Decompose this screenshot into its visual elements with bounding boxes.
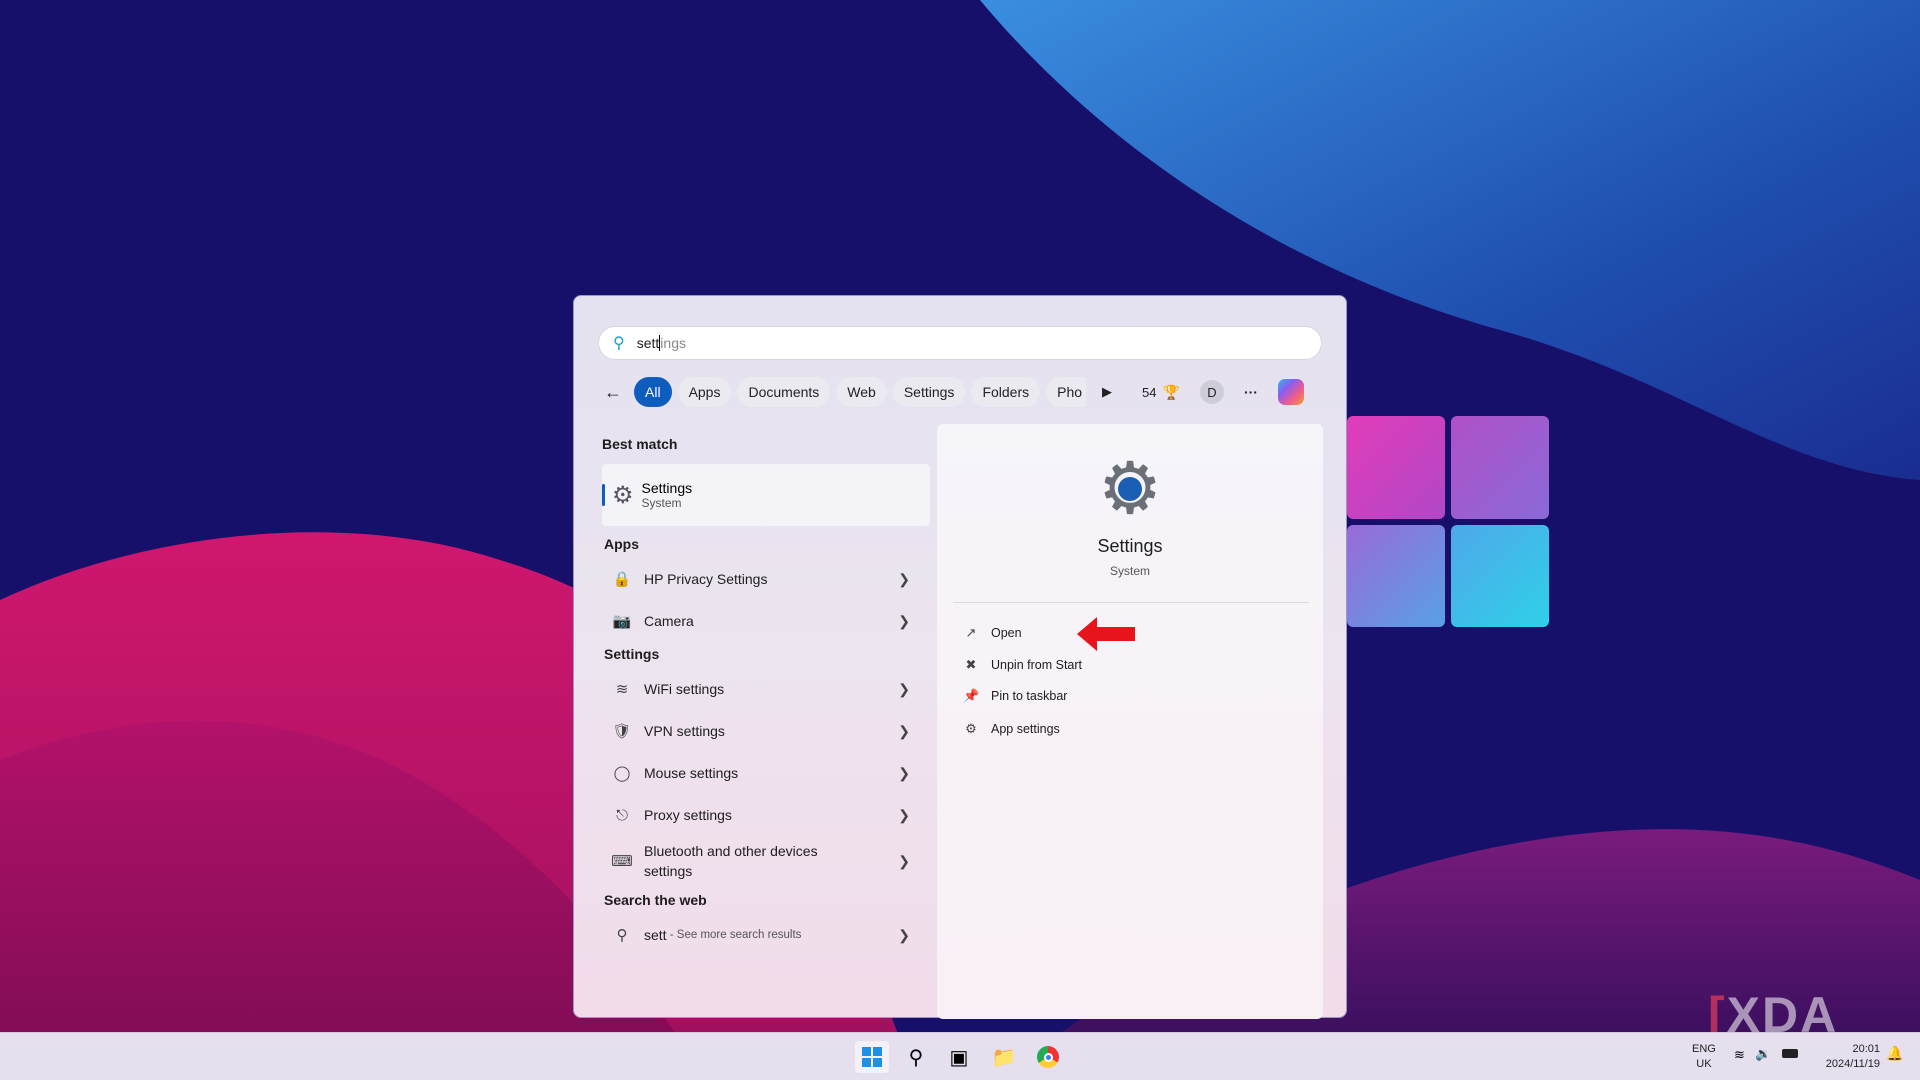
action-label: Open (991, 626, 1022, 640)
clock[interactable]: 20:012024/11/19 (1812, 1042, 1880, 1072)
action-open[interactable]: ↗ Open (963, 625, 1022, 641)
filter-web[interactable]: Web (836, 377, 887, 407)
copilot-icon[interactable] (1278, 379, 1304, 405)
result-bluetooth-settings[interactable]: ⌨ Bluetooth and other devices settings ❯ (602, 836, 930, 886)
result-label: WiFi settings (644, 681, 724, 697)
chevron-right-icon[interactable]: ❯ (898, 723, 910, 740)
filter-all[interactable]: All (634, 377, 672, 407)
result-vpn-settings[interactable]: 🛡 VPN settings ❯ (602, 710, 930, 752)
result-label: HP Privacy Settings (644, 571, 767, 587)
chevron-right-icon[interactable]: ❯ (898, 853, 910, 870)
volume-icon[interactable]: 🔉 (1755, 1046, 1771, 1062)
filter-documents[interactable]: Documents (737, 377, 830, 407)
chevron-right-icon[interactable]: ❯ (898, 927, 910, 944)
gear-icon: ⚙ (963, 721, 979, 737)
proxy-icon: ⎋ (610, 807, 634, 824)
start-search-panel: ⚲ settings ← All Apps Documents Web Sett… (573, 295, 1347, 1018)
filter-folders[interactable]: Folders (971, 377, 1040, 407)
notification-bell-icon[interactable]: 🔔 (1886, 1045, 1903, 1062)
filter-photos[interactable]: Pho (1046, 377, 1086, 407)
start-button[interactable] (855, 1041, 889, 1073)
taskbar-search-icon[interactable]: ⚲ (899, 1041, 933, 1073)
search-autocomplete: ings (660, 335, 686, 351)
search-icon: ⚲ (610, 926, 634, 944)
shield-icon: 🛡 (610, 722, 634, 740)
divider (953, 602, 1309, 603)
mouse-icon: ◯ (610, 764, 634, 782)
action-pin-to-taskbar[interactable]: 📌 Pin to taskbar (963, 688, 1067, 704)
chevron-right-icon[interactable]: ❯ (898, 807, 910, 824)
result-camera[interactable]: 📷 Camera ❯ (602, 600, 930, 642)
settings-gear-icon: ⚙ (612, 481, 634, 510)
detail-subtitle: System (937, 564, 1323, 578)
more-options-button[interactable]: ··· (1244, 384, 1258, 400)
result-label: Mouse settings (644, 765, 738, 781)
account-avatar[interactable]: D (1200, 380, 1224, 404)
search-typed-text: sett (637, 335, 660, 351)
rewards-trophy-icon[interactable]: 🏆 (1163, 384, 1180, 401)
back-arrow-icon[interactable]: ← (598, 382, 628, 403)
result-wifi-settings[interactable]: ≋ WiFi settings ❯ (602, 668, 930, 710)
file-explorer-icon[interactable]: 📁 (987, 1041, 1021, 1073)
settings-header: Settings (604, 646, 930, 668)
action-unpin-from-start[interactable]: ✖ Unpin from Start (963, 657, 1082, 673)
taskbar: ⚲ ▣ 📁 ENGUK ≋ 🔉 20:012024/11/19 🔔 (0, 1032, 1920, 1080)
open-external-icon: ↗ (963, 625, 979, 641)
lock-icon: 🔒 (610, 570, 634, 588)
action-app-settings[interactable]: ⚙ App settings (963, 721, 1060, 737)
red-arrow-annotation (1077, 617, 1137, 651)
wifi-icon: ≋ (610, 680, 634, 698)
detail-pane: ⚙ Settings System ↗ Open ✖ Unpin from Star… (937, 424, 1323, 1019)
result-mouse-settings[interactable]: ◯ Mouse settings ❯ (602, 752, 930, 794)
pin-icon: 📌 (963, 688, 979, 704)
action-label: Unpin from Start (991, 658, 1082, 672)
chevron-right-icon[interactable]: ❯ (898, 571, 910, 588)
camera-icon: 📷 (610, 612, 634, 630)
search-icon: ⚲ (613, 333, 625, 353)
wifi-icon[interactable]: ≋ (1734, 1047, 1745, 1063)
language-indicator[interactable]: ENGUK (1692, 1042, 1716, 1072)
result-label: Camera (644, 613, 694, 629)
filter-apps[interactable]: Apps (678, 377, 732, 407)
task-view-icon[interactable]: ▣ (942, 1041, 976, 1073)
chevron-right-icon[interactable]: ❯ (898, 765, 910, 782)
devices-icon: ⌨ (610, 852, 634, 870)
rewards-points: 54 (1142, 385, 1156, 400)
result-proxy-settings[interactable]: ⎋ Proxy settings ❯ (602, 794, 930, 836)
result-web-search[interactable]: ⚲ sett - See more search results ❯ (602, 914, 930, 956)
windows-logo-wallpaper (1347, 416, 1549, 627)
chevron-right-icon[interactable]: ❯ (898, 613, 910, 630)
unpin-icon: ✖ (963, 657, 979, 673)
web-hint: - See more search results (667, 929, 802, 941)
results-list: Best match ⚙ Settings System Apps 🔒 HP Pr… (602, 436, 930, 956)
apps-header: Apps (604, 536, 930, 558)
best-match-subtitle: System (642, 496, 693, 510)
best-match-settings[interactable]: ⚙ Settings System (602, 464, 930, 526)
search-web-header: Search the web (604, 892, 930, 914)
action-label: Pin to taskbar (991, 689, 1067, 703)
battery-icon[interactable] (1782, 1049, 1798, 1058)
result-label: Bluetooth and other devices settings (644, 841, 844, 881)
action-label: App settings (991, 722, 1060, 736)
best-match-header: Best match (602, 436, 930, 458)
windows-icon (862, 1047, 882, 1067)
scroll-right-icon[interactable]: ▶ (1092, 384, 1122, 400)
filter-bar: ← All Apps Documents Web Settings Folder… (598, 376, 1304, 408)
best-match-title: Settings (642, 480, 693, 496)
search-input[interactable]: ⚲ settings (598, 326, 1322, 360)
chrome-icon[interactable] (1031, 1041, 1065, 1073)
result-hp-privacy-settings[interactable]: 🔒 HP Privacy Settings ❯ (602, 558, 930, 600)
filter-settings[interactable]: Settings (893, 377, 966, 407)
web-query: sett (644, 927, 667, 943)
settings-gear-large-icon: ⚙ (1095, 454, 1165, 524)
chevron-right-icon[interactable]: ❯ (898, 681, 910, 698)
detail-title: Settings (937, 536, 1323, 557)
result-label: Proxy settings (644, 807, 732, 823)
result-label: VPN settings (644, 723, 725, 739)
